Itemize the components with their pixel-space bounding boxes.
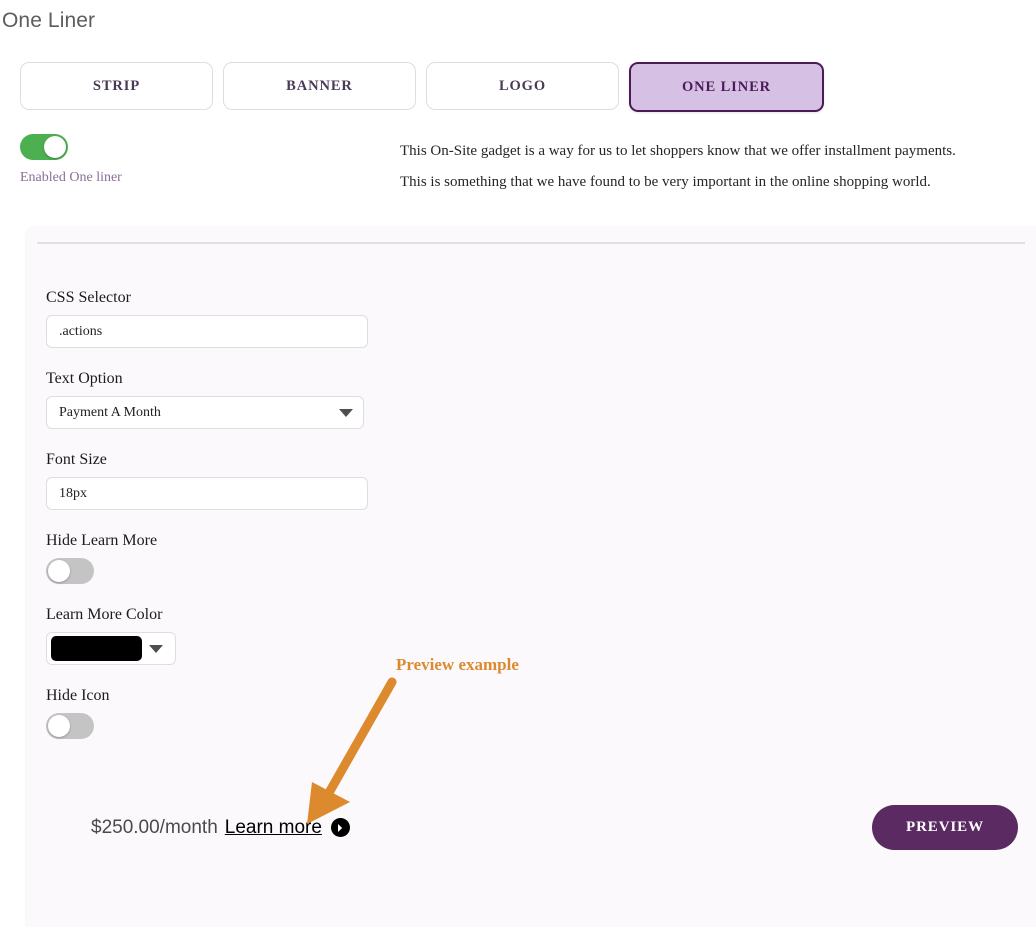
page-title: One Liner bbox=[2, 9, 96, 32]
hide-learn-more-toggle[interactable] bbox=[46, 558, 94, 584]
preview-price-text: $250.00/month bbox=[91, 816, 218, 838]
text-option-label: Text Option bbox=[46, 370, 123, 387]
preview-row: $250.00/month Learn more PREVIEW bbox=[46, 805, 1031, 850]
annotation-label: Preview example bbox=[396, 655, 519, 674]
gadget-description: This On-Site gadget is a way for us to l… bbox=[400, 134, 1036, 198]
field-font-size: Font Size bbox=[46, 451, 1036, 510]
learn-more-color-label: Learn More Color bbox=[46, 606, 163, 623]
preview-learn-more-link[interactable]: Learn more bbox=[225, 817, 322, 839]
toggle-knob bbox=[48, 560, 70, 582]
field-text-option: Text Option Payment A Month bbox=[46, 370, 1036, 429]
tab-one-liner[interactable]: ONE LINER bbox=[629, 62, 824, 112]
learn-more-color-picker[interactable] bbox=[46, 632, 176, 665]
field-learn-more-color: Learn More Color bbox=[46, 606, 1036, 665]
card-divider bbox=[37, 242, 1025, 244]
gadget-type-tabs: STRIP BANNER LOGO ONE LINER bbox=[0, 33, 1036, 112]
enabled-one-liner-toggle[interactable] bbox=[20, 134, 68, 160]
preview-button[interactable]: PREVIEW bbox=[872, 805, 1018, 850]
css-selector-label: CSS Selector bbox=[46, 289, 131, 306]
hide-icon-label: Hide Icon bbox=[46, 687, 110, 704]
toggle-knob bbox=[48, 715, 70, 737]
tab-banner[interactable]: BANNER bbox=[223, 62, 416, 110]
description-line-1: This On-Site gadget is a way for us to l… bbox=[400, 143, 956, 159]
settings-form: CSS Selector Text Option Payment A Month… bbox=[27, 227, 1036, 739]
tab-strip[interactable]: STRIP bbox=[20, 62, 213, 110]
field-hide-icon: Hide Icon bbox=[46, 687, 1036, 739]
hide-learn-more-label: Hide Learn More bbox=[46, 532, 158, 549]
one-liner-preview: $250.00/month Learn more bbox=[46, 817, 350, 839]
text-option-select[interactable]: Payment A Month bbox=[46, 396, 364, 429]
css-selector-input[interactable] bbox=[46, 315, 368, 348]
enable-toggle-group: Enabled One liner bbox=[0, 134, 400, 198]
field-hide-learn-more: Hide Learn More bbox=[46, 532, 1036, 584]
tab-one-liner-label: ONE LINER bbox=[681, 78, 772, 95]
tab-banner-label: BANNER bbox=[286, 77, 353, 94]
settings-card: CSS Selector Text Option Payment A Month… bbox=[27, 227, 1036, 927]
font-size-label: Font Size bbox=[46, 451, 107, 468]
description-line-2: This is something that we have found to … bbox=[400, 174, 931, 190]
tab-logo-label: LOGO bbox=[498, 77, 547, 94]
hide-icon-toggle[interactable] bbox=[46, 713, 94, 739]
chevron-right-circle-icon bbox=[330, 818, 350, 837]
chevron-down-icon bbox=[339, 408, 353, 417]
color-swatch bbox=[51, 636, 142, 661]
chevron-down-icon bbox=[149, 644, 163, 653]
enable-section: Enabled One liner This On-Site gadget is… bbox=[0, 112, 1036, 198]
tab-logo[interactable]: LOGO bbox=[426, 62, 619, 110]
toggle-knob bbox=[44, 136, 66, 158]
font-size-input[interactable] bbox=[46, 477, 368, 510]
tab-strip-label: STRIP bbox=[92, 77, 141, 94]
enabled-one-liner-label: Enabled One liner bbox=[20, 170, 122, 185]
field-css-selector: CSS Selector bbox=[46, 289, 1036, 348]
text-option-value: Payment A Month bbox=[59, 404, 161, 420]
